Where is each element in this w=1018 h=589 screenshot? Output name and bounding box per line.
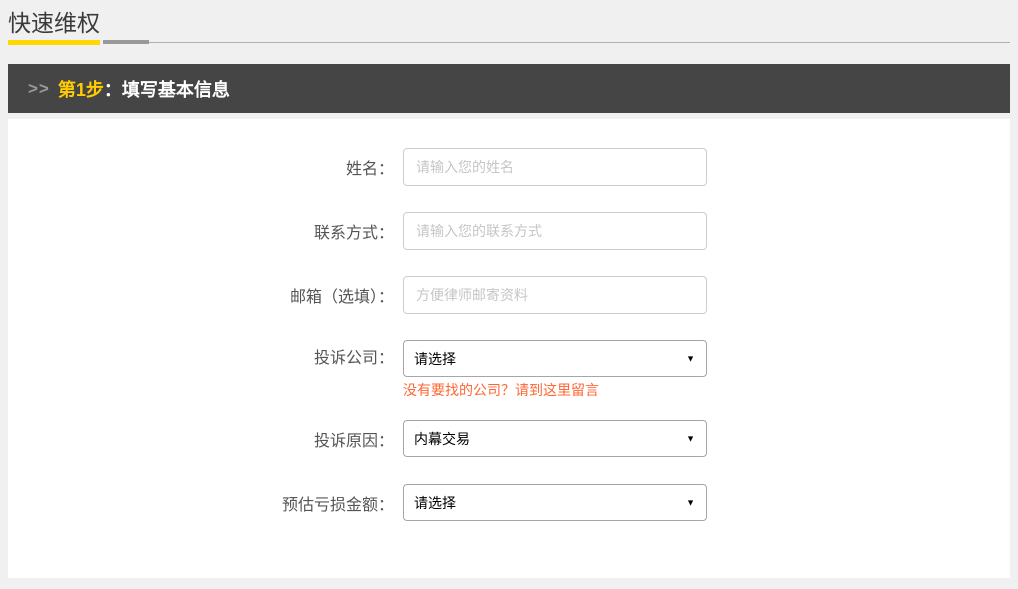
- company-label: 投诉公司：: [8, 340, 403, 377]
- form-row-company: 投诉公司： 请选择 ▼ 没有要找的公司？请到这里留言: [8, 340, 1010, 398]
- reason-select-wrap: 内幕交易 ▼: [403, 420, 707, 457]
- company-missing-link[interactable]: 没有要找的公司？请到这里留言: [403, 382, 707, 398]
- name-label: 姓名：: [8, 155, 403, 179]
- loss-amount-label: 预估亏损金额：: [8, 491, 403, 515]
- reason-select[interactable]: 内幕交易: [403, 420, 707, 457]
- form-row-name: 姓名：: [8, 148, 1010, 186]
- form-panel: 姓名： 联系方式： 邮箱（选填）： 投诉公司： 请选择 ▼ 没有要找的公: [8, 119, 1010, 578]
- step-header-bar: >> 第1步 ：填写基本信息: [8, 64, 1010, 113]
- page-title: 快速维权: [8, 6, 1010, 37]
- company-select[interactable]: 请选择: [403, 340, 707, 377]
- company-select-wrap: 请选择 ▼: [403, 340, 707, 377]
- form-row-contact: 联系方式：: [8, 212, 1010, 250]
- title-underline-yellow-segment: [8, 40, 100, 45]
- email-label: 邮箱（选填）：: [8, 283, 403, 307]
- page: 快速维权 >> 第1步 ：填写基本信息 姓名： 联系方式： 邮箱（选填）： 投诉…: [0, 0, 1018, 589]
- step-title: ：填写基本信息: [104, 76, 230, 102]
- name-input[interactable]: [403, 148, 707, 186]
- loss-amount-select[interactable]: 请选择: [403, 484, 707, 521]
- form-row-reason: 投诉原因： 内幕交易 ▼: [8, 420, 1010, 457]
- form-row-email: 邮箱（选填）：: [8, 276, 1010, 314]
- reason-label: 投诉原因：: [8, 427, 403, 451]
- email-input[interactable]: [403, 276, 707, 314]
- title-underline: [8, 39, 1010, 45]
- title-underline-rule: [149, 42, 1010, 43]
- form-row-loss-amount: 预估亏损金额： 请选择 ▼: [8, 484, 1010, 521]
- step-number-label: 第1步: [58, 76, 104, 102]
- company-control-column: 请选择 ▼ 没有要找的公司？请到这里留言: [403, 340, 707, 398]
- loss-amount-select-wrap: 请选择 ▼: [403, 484, 707, 521]
- double-chevron-icon: >>: [28, 79, 50, 99]
- title-underline-gray-segment: [103, 40, 149, 44]
- contact-input[interactable]: [403, 212, 707, 250]
- contact-label: 联系方式：: [8, 219, 403, 243]
